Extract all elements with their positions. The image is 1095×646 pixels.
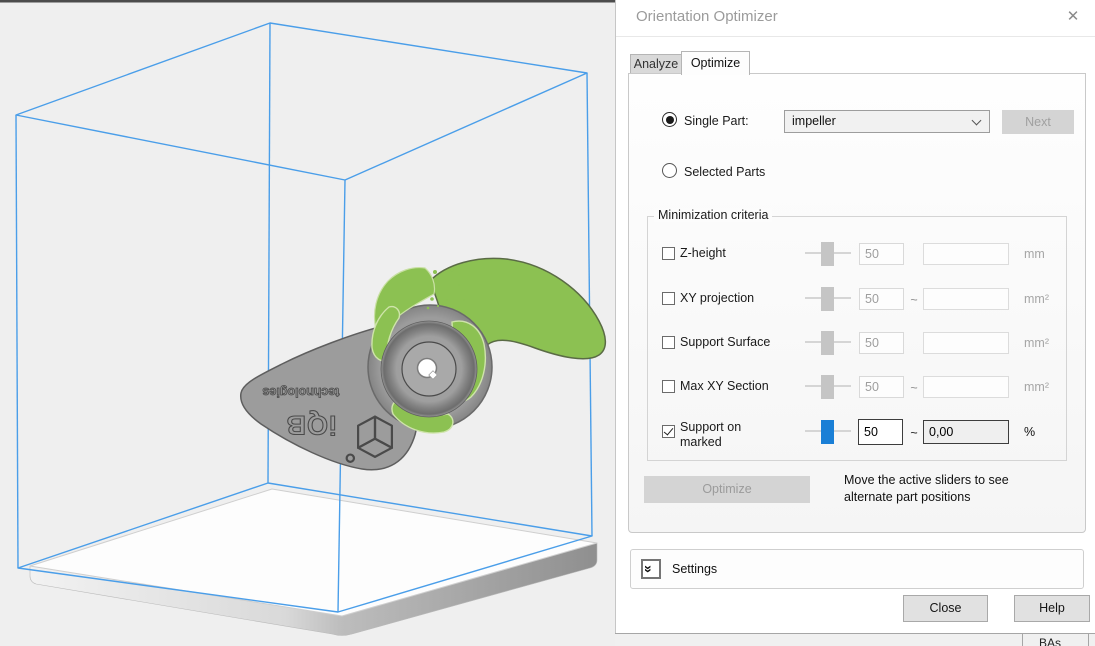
xy-projection-checkbox[interactable]	[662, 292, 675, 305]
hint-line-2: alternate part positions	[844, 490, 971, 505]
settings-label: Settings	[672, 562, 718, 576]
close-icon[interactable]: ✕	[1062, 6, 1084, 28]
statusbar-divider	[1088, 634, 1089, 646]
part-dropdown-value: impeller	[792, 114, 836, 128]
z-height-slider[interactable]	[805, 240, 851, 268]
hint-line-1: Move the active sliders to see	[844, 473, 1009, 487]
part-logo-text-main: iQB	[285, 410, 336, 440]
close-button[interactable]: Close	[903, 595, 988, 622]
criterion-row-max-xy-section: Max XY Section ~ mm²	[648, 373, 1066, 401]
xy-projection-value-input[interactable]	[859, 288, 904, 310]
max-xy-section-label: Max XY Section	[680, 379, 769, 393]
slider-thumb[interactable]	[821, 242, 834, 266]
support-surface-value-input[interactable]	[859, 332, 904, 354]
max-xy-section-unit: mm²	[1024, 380, 1049, 394]
tilde-separator: ~	[910, 381, 918, 395]
criterion-row-xy-projection: XY projection ~ mm²	[648, 285, 1066, 313]
criterion-row-support-surface: Support Surface mm²	[648, 329, 1066, 357]
support-on-marked-checkbox[interactable]	[662, 425, 675, 438]
xy-projection-result-input[interactable]	[923, 288, 1009, 310]
next-button[interactable]: Next	[1002, 110, 1074, 134]
single-part-radio[interactable]	[662, 112, 677, 127]
support-surface-result-input[interactable]	[923, 332, 1009, 354]
slider-thumb[interactable]	[821, 287, 834, 311]
window-top-edge	[0, 0, 615, 3]
support-surface-checkbox[interactable]	[662, 336, 675, 349]
support-on-marked-unit: %	[1024, 425, 1036, 439]
part-logo-text-sub: technologies	[262, 385, 339, 399]
support-on-marked-label: Support on marked	[680, 420, 742, 449]
support-on-marked-value-input[interactable]	[858, 419, 903, 445]
xy-projection-slider[interactable]	[805, 285, 851, 313]
viewport-3d[interactable]: iQB technologies	[0, 0, 615, 646]
support-surface-slider[interactable]	[805, 329, 851, 357]
selected-parts-radio[interactable]	[662, 163, 677, 178]
selected-parts-label: Selected Parts	[684, 165, 766, 179]
dialog-title: Orientation Optimizer	[636, 8, 778, 25]
orientation-optimizer-dialog: Orientation Optimizer ✕ Analyze Optimize…	[615, 0, 1095, 633]
xy-projection-unit: mm²	[1024, 292, 1049, 306]
part-dropdown[interactable]: impeller	[784, 110, 990, 133]
tab-optimize[interactable]: Optimize	[681, 51, 750, 75]
criterion-row-support-on-marked: Support on marked ~ %	[648, 418, 1066, 449]
settings-expander[interactable]: » Settings	[630, 549, 1084, 589]
support-surface-label: Support Surface	[680, 335, 771, 349]
statusbar-divider	[1022, 634, 1023, 646]
max-xy-section-result-input[interactable]	[923, 376, 1009, 398]
tilde-separator: ~	[910, 293, 918, 307]
slider-thumb[interactable]	[821, 331, 834, 355]
optimize-button[interactable]: Optimize	[644, 476, 810, 503]
chevron-down-icon	[971, 115, 982, 126]
optimize-tab-page: Single Part: impeller Next Selected Part…	[628, 73, 1086, 533]
double-chevron-down-icon[interactable]: »	[641, 559, 661, 579]
criterion-row-z-height: Z-height mm	[648, 240, 1066, 268]
z-height-label: Z-height	[680, 246, 726, 260]
z-height-value-input[interactable]	[859, 243, 904, 265]
z-height-result-input[interactable]	[923, 243, 1009, 265]
max-xy-section-checkbox[interactable]	[662, 380, 675, 393]
tab-analyze[interactable]: Analyze	[630, 54, 682, 74]
slider-thumb-active[interactable]	[821, 420, 834, 444]
minimization-criteria-group: Minimization criteria Z-height mm XY pro…	[647, 208, 1067, 461]
background-statusbar-sliver: BAs	[615, 633, 1095, 646]
slider-hint-text: Move the active sliders to see alternate…	[844, 472, 1084, 507]
app-window: iQB technologies Orientation Optimizer ✕…	[0, 0, 1095, 646]
tilde-separator: ~	[910, 426, 918, 440]
title-separator	[616, 36, 1095, 37]
max-xy-section-slider[interactable]	[805, 373, 851, 401]
group-label: Minimization criteria	[654, 208, 773, 222]
help-button[interactable]: Help	[1014, 595, 1090, 622]
z-height-checkbox[interactable]	[662, 247, 675, 260]
max-xy-section-value-input[interactable]	[859, 376, 904, 398]
xy-projection-label: XY projection	[680, 291, 755, 305]
statusbar-partial-text: BAs	[1039, 636, 1062, 646]
support-on-marked-slider[interactable]	[805, 418, 851, 446]
slider-thumb[interactable]	[821, 375, 834, 399]
support-on-marked-result-input[interactable]	[923, 420, 1009, 444]
single-part-label: Single Part:	[684, 114, 749, 128]
support-surface-unit: mm²	[1024, 336, 1049, 350]
z-height-unit: mm	[1024, 247, 1045, 261]
